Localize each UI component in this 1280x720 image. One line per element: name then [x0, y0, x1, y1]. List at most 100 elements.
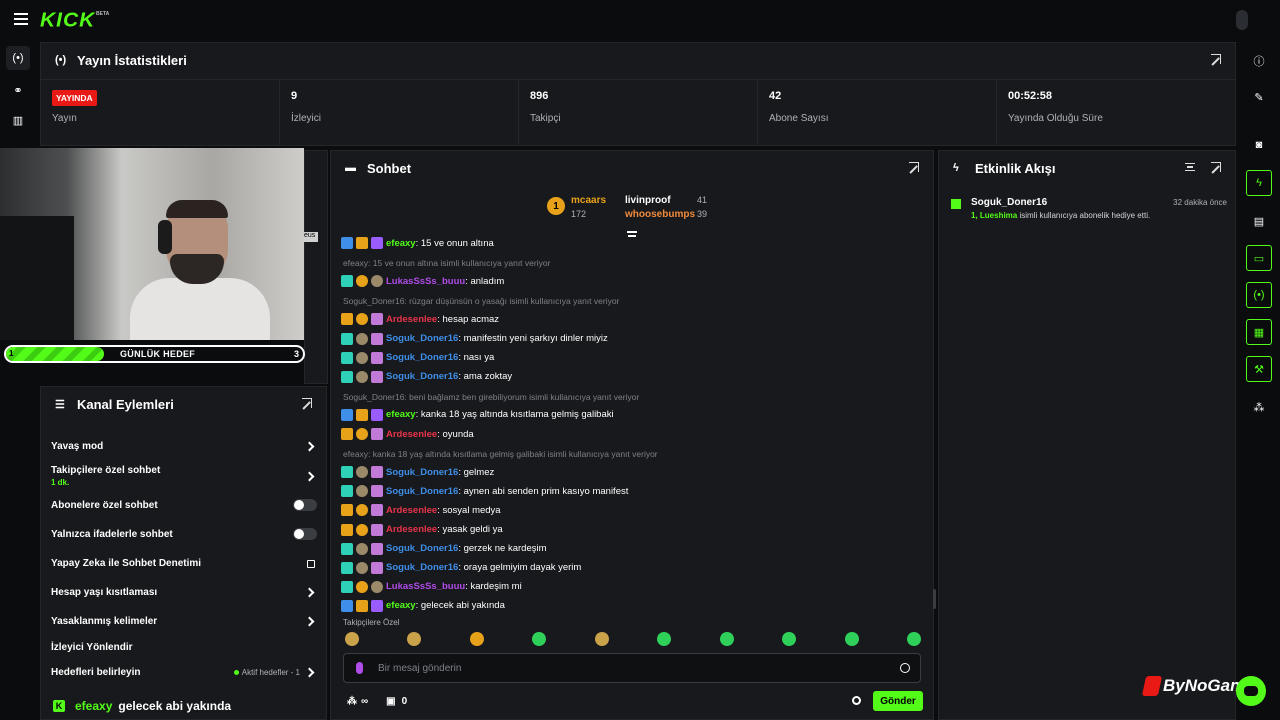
- chat-username[interactable]: Soguk_Doner16: [386, 352, 458, 363]
- bynogame-logo-icon: [1141, 676, 1163, 696]
- chat-username[interactable]: efeaxy: [386, 600, 416, 611]
- popout-icon[interactable]: [1211, 54, 1221, 64]
- chat-message: efeaxy: gelecek abi yakında: [341, 599, 505, 612]
- emote-button[interactable]: [532, 632, 547, 646]
- user-badge-icon: [356, 466, 368, 479]
- send-button[interactable]: Gönder: [873, 691, 923, 711]
- popout-icon[interactable]: [909, 162, 919, 172]
- microphone-icon[interactable]: [1236, 10, 1248, 30]
- leader-second-name[interactable]: livinproof: [625, 195, 671, 206]
- chat-bubble-icon: ▬: [345, 162, 356, 174]
- activity-user[interactable]: Soguk_Doner16: [971, 197, 1047, 208]
- filter-icon[interactable]: [1185, 163, 1195, 171]
- account-age-item[interactable]: Hesap yaşı kısıtlaması: [51, 587, 317, 598]
- emote-button[interactable]: [345, 632, 359, 646]
- leader-third-name[interactable]: whoosebumps: [625, 209, 695, 220]
- lightning-icon[interactable]: ϟ: [1246, 170, 1272, 196]
- leader-first-name[interactable]: mcaars: [571, 195, 606, 206]
- chat-username[interactable]: Soguk_Doner16: [386, 467, 458, 478]
- emoji-icon[interactable]: [900, 663, 910, 673]
- menu-icon[interactable]: [14, 13, 28, 25]
- chat-username[interactable]: Ardesenlee: [386, 429, 437, 440]
- activity-feed-panel: ϟ Etkinlik Akışı Soguk_Doner16 32 dakika…: [938, 150, 1236, 720]
- chat-text: : gelecek abi yakında: [415, 600, 505, 612]
- banned-words-item[interactable]: Yasaklanmış kelimeler: [51, 616, 317, 627]
- background-tv: [0, 216, 74, 340]
- user-badge-icon: [371, 485, 383, 498]
- ai-moderation-item[interactable]: Yapay Zeka ile Sohbet Denetimi: [51, 558, 317, 569]
- chat-scrollbar[interactable]: [933, 589, 936, 609]
- broadcast-icon[interactable]: (•): [6, 46, 30, 70]
- emote-button[interactable]: [594, 632, 609, 646]
- wrench-icon[interactable]: ⚒: [1246, 356, 1272, 382]
- chat-username[interactable]: Ardesenlee: [386, 505, 437, 516]
- emote-button[interactable]: [782, 632, 797, 646]
- chat-username[interactable]: Soguk_Doner16: [386, 486, 458, 497]
- chat-input[interactable]: Bir mesaj gönderin: [343, 653, 921, 683]
- chat-username[interactable]: Soguk_Doner16: [386, 333, 458, 344]
- user-badge-icon: [341, 542, 353, 555]
- chat-username[interactable]: Soguk_Doner16: [386, 543, 458, 554]
- user-badge-icon: [356, 408, 368, 421]
- shapes-icon[interactable]: ⁂: [347, 696, 357, 707]
- chat-icon[interactable]: ▭: [1246, 245, 1272, 271]
- analytics-icon[interactable]: ▥: [6, 108, 30, 132]
- chat-username[interactable]: efeaxy: [386, 409, 416, 420]
- stream-stats-panel: (•) Yayın İstatistikleri YAYINDA Yayın 9…: [40, 42, 1236, 146]
- camera-icon[interactable]: ◙: [1246, 132, 1272, 158]
- chat-username[interactable]: LukasSsSs_buuu: [386, 581, 465, 592]
- points-icon[interactable]: ▣: [386, 696, 395, 707]
- popout-icon[interactable]: [1211, 162, 1221, 172]
- activity-description: 1, Lueshima isimli kullanıcıya abonelik …: [971, 211, 1151, 220]
- microphone-icon[interactable]: [356, 662, 363, 674]
- chat-message: Soguk_Doner16: oraya gelmiyim dayak yeri…: [341, 561, 581, 574]
- user-badge-icon: [356, 523, 368, 536]
- emote-button[interactable]: [906, 632, 921, 646]
- shapes-icon[interactable]: ⁂: [1246, 394, 1272, 420]
- subscribers-only-toggle[interactable]: [293, 499, 317, 511]
- emote-button[interactable]: [719, 632, 734, 646]
- followers-only-item[interactable]: Takipçilere özel sohbet 1 dk.: [51, 465, 317, 487]
- kick-logo[interactable]: KICK: [40, 10, 95, 33]
- info-icon[interactable]: ⓘ: [1246, 48, 1272, 74]
- beta-label: BETA: [96, 11, 110, 17]
- link-icon[interactable]: ⚭: [6, 78, 30, 102]
- emote-button[interactable]: [844, 632, 859, 646]
- emote-button[interactable]: [469, 632, 484, 646]
- chat-username[interactable]: Soguk_Doner16: [386, 562, 458, 573]
- edit-icon[interactable]: ✎: [1246, 84, 1272, 110]
- daily-goal-bar: 1 GÜNLÜK HEDEF 3: [4, 345, 305, 363]
- raid-item[interactable]: İzleyici Yönlendir: [51, 642, 317, 653]
- chat-username[interactable]: efeaxy: [386, 238, 416, 249]
- user-badge-icon: [371, 561, 383, 574]
- chat-text: : sosyal medya: [437, 504, 501, 516]
- status-dot: [233, 670, 239, 675]
- goal-current: 1: [9, 349, 14, 358]
- follow-only-label: Takipçilere Özel: [343, 618, 400, 627]
- slow-mode-item[interactable]: Yavaş mod: [51, 441, 317, 452]
- gear-icon[interactable]: [852, 696, 861, 705]
- stat-label: Abone Sayısı: [769, 113, 829, 124]
- rank-one-badge: 1: [547, 197, 565, 215]
- set-goals-item[interactable]: Hedefleri belirleyin Aktif hedefler - 1: [51, 667, 317, 678]
- layout-icon[interactable]: ▦: [1246, 319, 1272, 345]
- gift-leaderboard: 1 mcaars 172 livinproof 41 whoosebumps 3…: [547, 191, 727, 227]
- chat-username[interactable]: LukasSsSs_buuu: [386, 276, 465, 287]
- chat-username[interactable]: Soguk_Doner16: [386, 371, 458, 382]
- chat-username[interactable]: Ardesenlee: [386, 314, 437, 325]
- user-badge-icon: [341, 370, 353, 383]
- emote-only-toggle[interactable]: [293, 528, 317, 540]
- chat-username[interactable]: Ardesenlee: [386, 524, 437, 535]
- broadcast-panel-icon[interactable]: (•): [1246, 282, 1272, 308]
- pinned-message-icon[interactable]: [627, 231, 637, 239]
- emote-button[interactable]: [657, 632, 672, 646]
- document-icon[interactable]: ▤: [1246, 208, 1272, 234]
- active-goals-label: Aktif hedefler - 1: [241, 668, 300, 677]
- stat-label: Takipçi: [530, 113, 561, 124]
- chat-text: : gerzek ne kardeşim: [458, 543, 547, 555]
- emote-button[interactable]: [407, 632, 422, 646]
- chat-message: Soguk_Doner16: nası ya: [341, 351, 494, 364]
- chat-message: LukasSsSs_buuu: kardeşim mi: [341, 580, 522, 593]
- popout-icon[interactable]: [302, 398, 312, 408]
- chevron-right-icon: [304, 471, 315, 481]
